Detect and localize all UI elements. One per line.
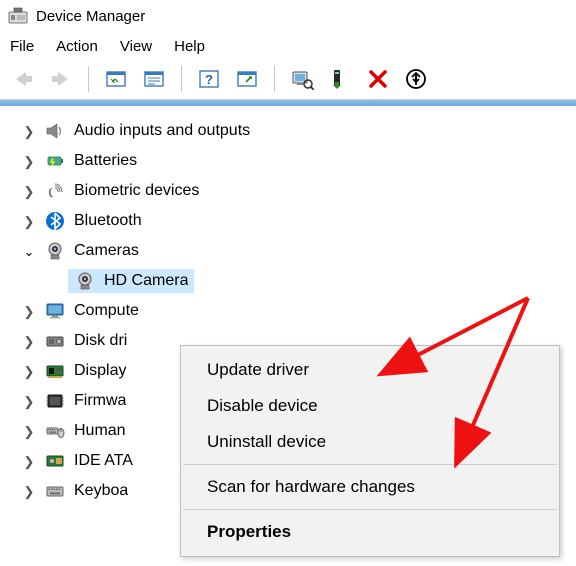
chevron-right-icon[interactable]: ❯ <box>20 302 38 320</box>
disable-device-toolbar-button[interactable] <box>361 65 395 93</box>
chevron-right-icon[interactable]: ❯ <box>20 152 38 170</box>
toolbar-separator <box>181 66 182 92</box>
tree-item-label: Biometric devices <box>74 183 199 199</box>
toolbar-separator <box>274 66 275 92</box>
device-manager-icon <box>8 6 28 26</box>
tree-item-label: Cameras <box>74 243 139 259</box>
tree-item-audio[interactable]: ❯ Audio inputs and outputs <box>20 116 576 146</box>
chevron-right-icon[interactable]: ❯ <box>20 332 38 350</box>
context-menu-separator <box>183 509 557 510</box>
context-menu-separator <box>183 464 557 465</box>
context-menu-properties[interactable]: Properties <box>181 514 559 550</box>
svg-text:?: ? <box>205 72 213 87</box>
uninstall-device-toolbar-button[interactable] <box>323 65 357 93</box>
context-menu: Update driver Disable device Uninstall d… <box>180 345 560 557</box>
monitor-icon <box>44 300 66 322</box>
scan-hardware-button[interactable] <box>230 65 264 93</box>
back-button[interactable] <box>6 65 40 93</box>
chevron-right-icon[interactable]: ❯ <box>20 182 38 200</box>
battery-icon <box>44 150 66 172</box>
menu-view[interactable]: View <box>120 38 152 55</box>
tree-item-label: Audio inputs and outputs <box>74 123 250 139</box>
keyboard-icon <box>44 480 66 502</box>
properties-button[interactable] <box>137 65 171 93</box>
tree-item-label: Bluetooth <box>74 213 142 229</box>
menu-help[interactable]: Help <box>174 38 205 55</box>
chevron-right-icon[interactable]: ❯ <box>20 212 38 230</box>
show-hide-tree-button[interactable] <box>99 65 133 93</box>
help-button[interactable]: ? <box>192 65 226 93</box>
chevron-right-icon[interactable]: ❯ <box>20 392 38 410</box>
tree-item-label: Firmwa <box>74 393 126 409</box>
tree-item-label: IDE ATA <box>74 453 133 469</box>
chevron-spacer <box>48 272 66 290</box>
hid-icon <box>44 420 66 442</box>
chevron-right-icon[interactable]: ❯ <box>20 122 38 140</box>
display-adapter-icon <box>44 360 66 382</box>
menu-action[interactable]: Action <box>56 38 98 55</box>
tree-item-bluetooth[interactable]: ❯ Bluetooth <box>20 206 576 236</box>
tree-item-hd-camera[interactable]: HD Camera <box>20 266 576 296</box>
title-text: Device Manager <box>36 8 145 25</box>
tree-item-label: Display <box>74 363 126 379</box>
camera-icon <box>74 270 96 292</box>
camera-icon <box>44 240 66 262</box>
disk-drive-icon <box>44 330 66 352</box>
tree-item-label: Keyboa <box>74 483 128 499</box>
toolbar-separator <box>88 66 89 92</box>
toolbar: ? <box>0 61 576 100</box>
context-menu-update-driver[interactable]: Update driver <box>181 352 559 388</box>
context-menu-disable-device[interactable]: Disable device <box>181 388 559 424</box>
bluetooth-icon <box>44 210 66 232</box>
tree-item-biometric[interactable]: ❯ Biometric devices <box>20 176 576 206</box>
firmware-icon <box>44 390 66 412</box>
tree-item-label: Compute <box>74 303 139 319</box>
menubar: File Action View Help <box>0 34 576 61</box>
titlebar: Device Manager <box>0 0 576 34</box>
tree-item-label: Batteries <box>74 153 137 169</box>
chevron-right-icon[interactable]: ❯ <box>20 422 38 440</box>
tree-item-label: Human <box>74 423 126 439</box>
context-menu-uninstall-device[interactable]: Uninstall device <box>181 424 559 460</box>
tree-item-batteries[interactable]: ❯ Batteries <box>20 146 576 176</box>
context-menu-scan-hardware[interactable]: Scan for hardware changes <box>181 469 559 505</box>
fingerprint-icon <box>44 180 66 202</box>
tree-item-computer[interactable]: ❯ Compute <box>20 296 576 326</box>
chevron-right-icon[interactable]: ❯ <box>20 362 38 380</box>
chevron-right-icon[interactable]: ❯ <box>20 452 38 470</box>
tree-item-cameras[interactable]: ⌄ Cameras <box>20 236 576 266</box>
tree-item-label: HD Camera <box>104 273 188 289</box>
chevron-down-icon[interactable]: ⌄ <box>20 242 38 260</box>
speaker-icon <box>44 120 66 142</box>
menu-file[interactable]: File <box>10 38 34 55</box>
forward-button[interactable] <box>44 65 78 93</box>
update-driver-toolbar-button[interactable] <box>285 65 319 93</box>
chevron-right-icon[interactable]: ❯ <box>20 482 38 500</box>
tree-item-label: Disk dri <box>74 333 127 349</box>
ide-ata-icon <box>44 450 66 472</box>
add-legacy-hardware-button[interactable] <box>399 65 433 93</box>
